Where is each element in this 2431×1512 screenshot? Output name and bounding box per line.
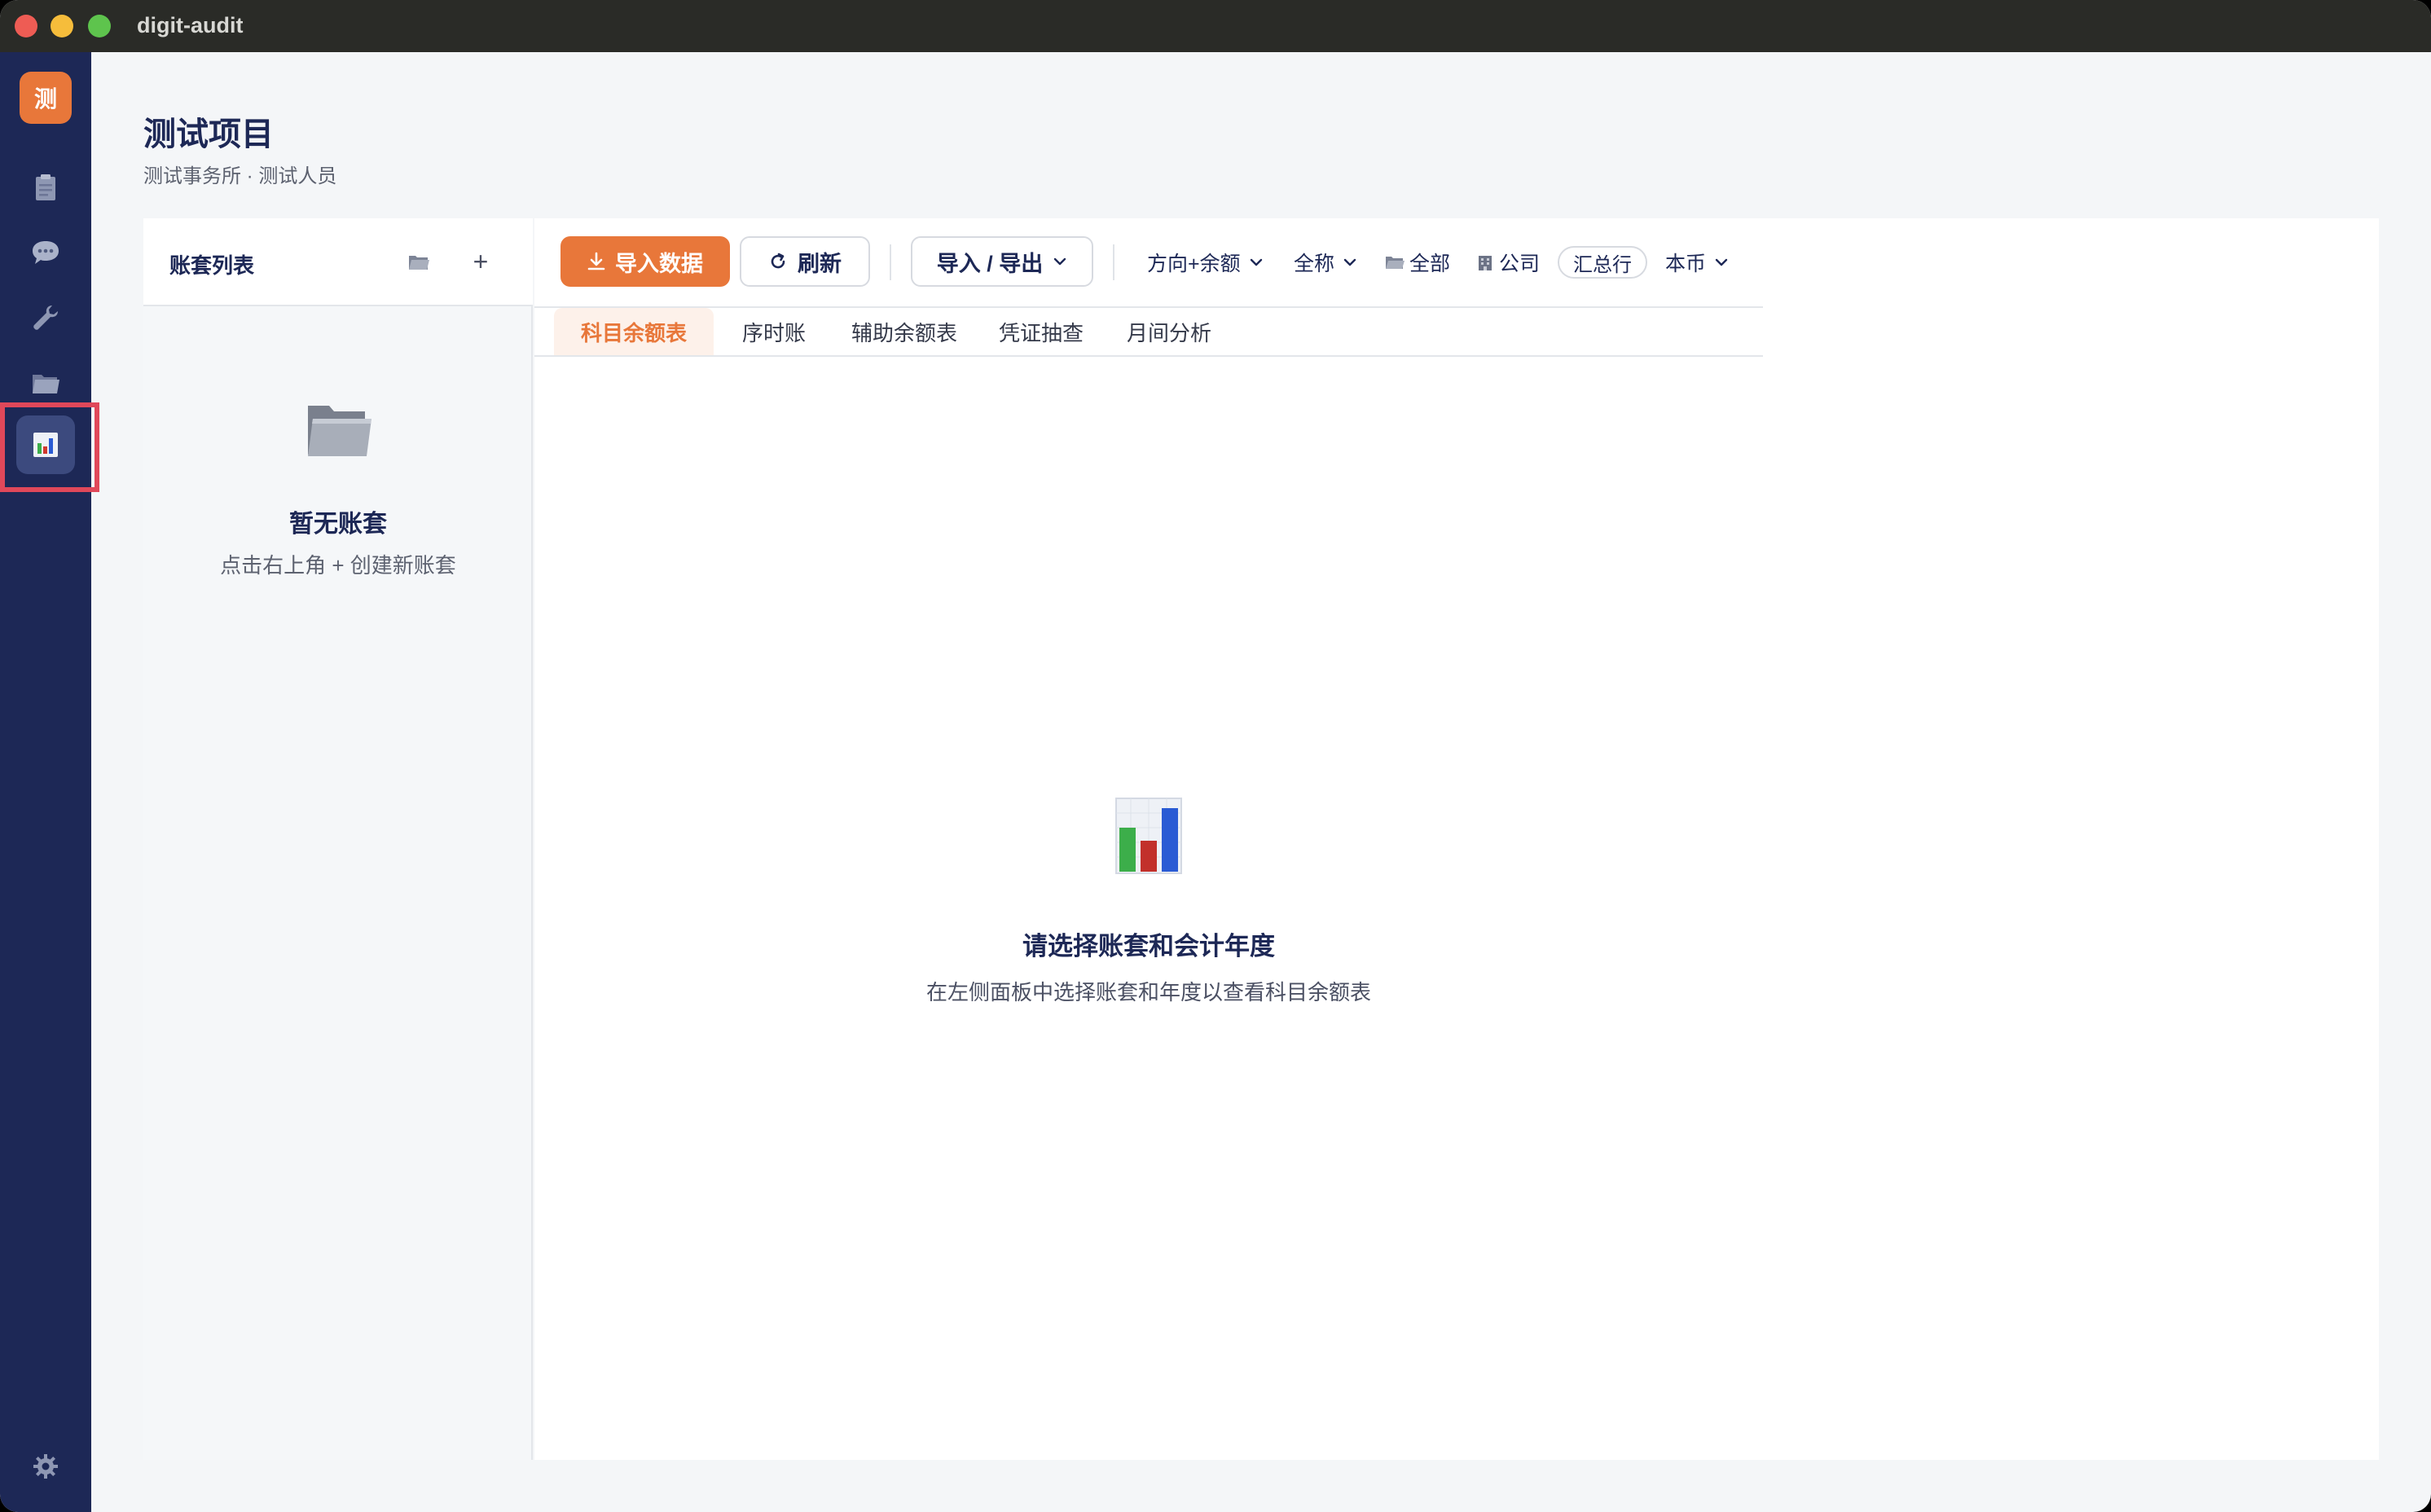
empty-folder-icon bbox=[308, 406, 371, 456]
tab-auxiliary-balance[interactable]: 辅助余额表 bbox=[839, 308, 969, 355]
refresh-label: 刷新 bbox=[798, 251, 842, 276]
empty-state-hint: 在左侧面板中选择账套和年度以查看科目余额表 bbox=[925, 980, 1371, 1004]
page-subtitle: 测试事务所 · 测试人员 bbox=[143, 165, 337, 187]
bar-chart-icon bbox=[1115, 798, 1182, 874]
import-data-label: 导入数据 bbox=[615, 251, 703, 276]
chevron-down-icon bbox=[1054, 257, 1066, 266]
nav-item-clipboard[interactable] bbox=[16, 158, 75, 217]
toolbar-divider bbox=[1113, 244, 1114, 280]
chevron-down-icon bbox=[1715, 258, 1728, 266]
nav-item-tools[interactable] bbox=[16, 288, 75, 347]
content-area bbox=[534, 218, 2379, 1460]
minimize-window-button[interactable] bbox=[51, 15, 73, 37]
download-icon bbox=[587, 252, 605, 270]
maximize-window-button[interactable] bbox=[88, 15, 111, 37]
chat-icon bbox=[33, 241, 59, 264]
tab-monthly-analysis[interactable]: 月间分析 bbox=[1111, 308, 1227, 355]
import-data-button[interactable]: 导入数据 bbox=[560, 236, 730, 287]
company-label: 公司 bbox=[1499, 253, 1541, 275]
direction-balance-label: 方向+余额 bbox=[1147, 253, 1241, 275]
direction-balance-dropdown[interactable]: 方向+余额 bbox=[1147, 244, 1264, 280]
close-window-button[interactable] bbox=[15, 15, 37, 37]
clipboard-icon bbox=[36, 174, 55, 200]
window-title: digit-audit bbox=[137, 13, 244, 37]
nav-item-chat[interactable] bbox=[16, 223, 75, 282]
currency-label: 本币 bbox=[1665, 253, 1707, 275]
import-export-dropdown[interactable]: 导入 / 导出 bbox=[911, 236, 1093, 287]
building-icon bbox=[1479, 256, 1492, 270]
ledger-panel: 账套列表 + 暂无账套 点击右上角 + 创建新账套 bbox=[143, 218, 533, 1460]
currency-dropdown[interactable]: 本币 bbox=[1665, 244, 1729, 280]
empty-ledger-hint: 点击右上角 + 创建新账套 bbox=[220, 553, 456, 578]
tab-voucher-check[interactable]: 凭证抽查 bbox=[984, 308, 1098, 355]
refresh-button[interactable]: 刷新 bbox=[740, 236, 870, 287]
company-toggle[interactable]: 公司 bbox=[1476, 244, 1540, 280]
selection-highlight bbox=[0, 402, 99, 492]
page-title: 测试项目 bbox=[143, 116, 274, 152]
chevron-down-icon bbox=[1343, 258, 1356, 266]
ledger-panel-header: 账套列表 + bbox=[143, 218, 533, 306]
wrench-icon bbox=[33, 305, 58, 330]
toolbar-divider bbox=[890, 244, 891, 280]
empty-ledger-title: 暂无账套 bbox=[289, 511, 387, 538]
refresh-icon bbox=[771, 253, 785, 269]
title-bar: digit-audit bbox=[0, 0, 2431, 52]
tab-journal[interactable]: 序时账 bbox=[723, 308, 824, 355]
import-export-label: 导入 / 导出 bbox=[936, 251, 1044, 276]
ledger-panel-title: 账套列表 bbox=[169, 253, 255, 278]
folder-icon bbox=[409, 256, 429, 270]
open-folder-button[interactable] bbox=[402, 246, 435, 279]
gear-icon bbox=[33, 1454, 58, 1479]
nav-item-settings[interactable] bbox=[16, 1437, 75, 1496]
name-display-dropdown[interactable]: 全称 bbox=[1294, 244, 1357, 280]
name-display-label: 全称 bbox=[1294, 253, 1335, 275]
project-avatar[interactable]: 测 bbox=[20, 72, 72, 124]
nav-rail: 测 bbox=[0, 52, 91, 1512]
chevron-down-icon bbox=[1250, 258, 1262, 266]
folder-icon bbox=[33, 375, 59, 393]
scope-all-label: 全部 bbox=[1409, 253, 1451, 275]
scope-all-toggle[interactable]: 全部 bbox=[1385, 244, 1450, 280]
folder-icon bbox=[1386, 257, 1405, 269]
summary-row-toggle[interactable]: 汇总行 bbox=[1558, 246, 1647, 279]
empty-state-title: 请选择账套和会计年度 bbox=[1022, 932, 1275, 960]
app-window: digit-audit 测 测试项目 测试事务所 · 测试人员 账套列表 + 暂… bbox=[0, 0, 2431, 1512]
add-ledger-button[interactable]: + bbox=[464, 243, 497, 280]
report-tabs: 科目余额表 序时账 辅助余额表 凭证抽查 月间分析 bbox=[534, 306, 1763, 357]
toolbar: 导入数据 刷新 导入 / 导出 方向+余额 全称 全部 公司 汇总行 本币 bbox=[534, 218, 1763, 306]
tab-account-balance[interactable]: 科目余额表 bbox=[554, 308, 714, 355]
